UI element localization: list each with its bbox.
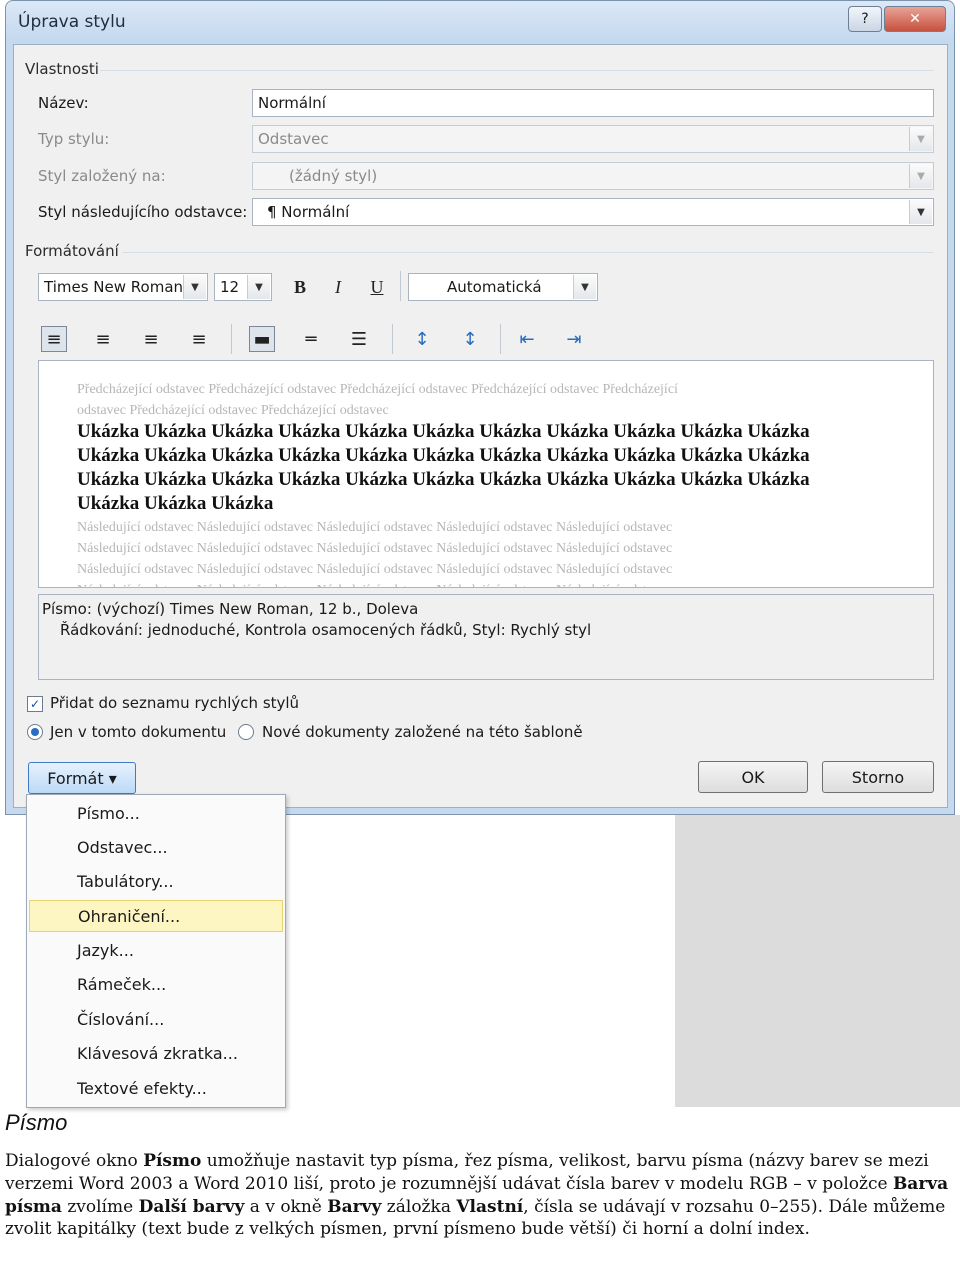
underline-button[interactable]: U: [364, 274, 390, 300]
chevron-down-icon: ▼: [247, 275, 270, 299]
menu-item-text-effects[interactable]: Textové efekty...: [29, 1072, 283, 1104]
toolbar-separator: [231, 324, 232, 354]
space-before-icon[interactable]: ↕: [409, 326, 435, 352]
bold-button[interactable]: B: [287, 274, 313, 300]
based-on-value: (žádný styl): [289, 167, 378, 185]
based-on-select[interactable]: (žádný styl) ▼: [252, 162, 934, 190]
chevron-down-icon: ▼: [909, 200, 932, 224]
cancel-button[interactable]: Storno: [822, 761, 934, 793]
line-spacing-single-icon[interactable]: ▬: [249, 326, 275, 352]
text-run: zvolíme: [61, 1196, 139, 1217]
only-this-document-radio[interactable]: [27, 724, 43, 740]
preview-next-paragraph: Následující odstavec Následující odstave…: [77, 520, 673, 535]
text-run-bold: Písmo: [143, 1151, 202, 1171]
format-button[interactable]: Formát ▾: [28, 762, 136, 794]
align-justify-icon[interactable]: ≡: [186, 326, 212, 352]
next-style-select[interactable]: ¶ Normální ▼: [252, 198, 934, 226]
help-button[interactable]: ?: [848, 6, 882, 32]
based-on-label: Styl založený na:: [38, 167, 166, 185]
add-quick-style-checkbox[interactable]: ✓: [27, 696, 43, 712]
size-select[interactable]: 12 ▼: [214, 273, 272, 301]
new-documents-label: Nové dokumenty založené na této šabloně: [262, 723, 583, 741]
font-color-select[interactable]: Automatická ▼: [408, 273, 598, 301]
chevron-down-icon: ▼: [183, 275, 206, 299]
text-run: záložka: [381, 1196, 457, 1217]
menu-item-numbering[interactable]: Číslování...: [29, 1003, 283, 1035]
preview-previous-paragraph: odstavec Předcházející odstavec Předcház…: [77, 403, 389, 418]
radio-selected-dot: [31, 728, 39, 736]
line-spacing-onehalf-icon[interactable]: ═: [298, 326, 324, 352]
line-spacing-double-icon[interactable]: ☰: [346, 326, 372, 352]
preview-next-paragraph: Následující odstavec Následující odstave…: [77, 562, 673, 577]
toolbar-separator: [392, 324, 393, 354]
next-style-value: ¶ Normální: [267, 203, 350, 221]
new-documents-radio[interactable]: [238, 724, 254, 740]
preview-sample-text: Ukázka Ukázka Ukázka: [77, 493, 274, 514]
text-run-bold: Vlastní: [456, 1196, 524, 1217]
align-left-icon[interactable]: ≡: [41, 326, 67, 352]
font-color-value: Automatická: [447, 278, 542, 296]
preview-sample-text: Ukázka Ukázka Ukázka Ukázka Ukázka Ukázk…: [77, 445, 810, 466]
section-heading: Písmo: [5, 1110, 68, 1135]
style-description: Písmo: (výchozí) Times New Roman, 12 b.,…: [38, 594, 934, 680]
toolbar-separator: [400, 271, 401, 301]
style-type-value: Odstavec: [258, 130, 329, 148]
group-properties-label: Vlastnosti: [25, 60, 99, 78]
text-run-bold: Další barvy: [138, 1196, 245, 1217]
menu-item-frame[interactable]: Rámeček...: [29, 968, 283, 1000]
group-separator: [100, 70, 934, 71]
font-select[interactable]: Times New Roman ▼: [38, 273, 208, 301]
description-line: Písmo: (výchozí) Times New Roman, 12 b.,…: [42, 600, 419, 618]
menu-item-language[interactable]: Jazyk...: [29, 934, 283, 966]
body-paragraph: Dialogové okno Písmo umožňuje nastavit t…: [5, 1150, 957, 1241]
preview-next-paragraph: Následující odstavec Následující odstave…: [77, 541, 673, 556]
ok-button[interactable]: OK: [698, 761, 808, 793]
text-run: Dialogové okno: [5, 1151, 144, 1171]
text-run: a v okně: [244, 1196, 328, 1217]
italic-button[interactable]: I: [325, 274, 351, 300]
align-right-icon[interactable]: ≡: [138, 326, 164, 352]
space-after-icon[interactable]: ↕: [457, 326, 483, 352]
chevron-down-icon: ▼: [573, 275, 596, 299]
name-input[interactable]: Normální: [252, 89, 934, 117]
close-button[interactable]: ✕: [884, 6, 946, 32]
menu-item-font[interactable]: Písmo...: [29, 797, 283, 829]
format-menu: Písmo... Odstavec... Tabulátory... Ohran…: [26, 794, 286, 1108]
increase-indent-icon[interactable]: ⇥: [561, 326, 587, 352]
description-line: Řádkování: jednoduché, Kontrola osamocen…: [60, 621, 592, 639]
chevron-down-icon: ▼: [909, 164, 932, 188]
name-label: Název:: [38, 94, 89, 112]
name-input-value: Normální: [258, 94, 326, 112]
decrease-indent-icon[interactable]: ⇤: [514, 326, 540, 352]
size-value: 12: [220, 278, 240, 296]
background-area: [675, 815, 960, 1107]
preview-previous-paragraph: Předcházející odstavec Předcházející ods…: [77, 382, 678, 397]
preview-sample-text: Ukázka Ukázka Ukázka Ukázka Ukázka Ukázk…: [77, 421, 810, 442]
group-formatting-label: Formátování: [25, 242, 119, 260]
dialog-title: Úprava stylu: [18, 12, 126, 32]
chevron-down-icon: ▼: [909, 127, 932, 151]
add-quick-style-label: Přidat do seznamu rychlých stylů: [50, 694, 300, 712]
text-run-bold: Barvy: [327, 1196, 382, 1217]
style-preview: Předcházející odstavec Předcházející ods…: [38, 360, 934, 588]
next-style-label: Styl následujícího odstavce:: [38, 203, 248, 221]
preview-sample-text: Ukázka Ukázka Ukázka Ukázka Ukázka Ukázk…: [77, 469, 810, 490]
group-separator: [122, 252, 934, 253]
style-type-select[interactable]: Odstavec ▼: [252, 125, 934, 153]
window-controls: ? ✕: [848, 6, 946, 32]
menu-item-tabs[interactable]: Tabulátory...: [29, 865, 283, 897]
style-type-label: Typ stylu:: [38, 130, 110, 148]
menu-item-shortcut-key[interactable]: Klávesová zkratka...: [29, 1037, 283, 1069]
preview-next-paragraph: Následující odstavec Následující odstave…: [77, 580, 837, 587]
toolbar-separator: [500, 324, 501, 354]
font-value: Times New Roman: [44, 278, 184, 296]
menu-item-border[interactable]: Ohraničení...: [29, 900, 283, 932]
align-center-icon[interactable]: ≡: [90, 326, 116, 352]
menu-item-paragraph[interactable]: Odstavec...: [29, 831, 283, 863]
only-this-document-label: Jen v tomto dokumentu: [50, 723, 227, 741]
